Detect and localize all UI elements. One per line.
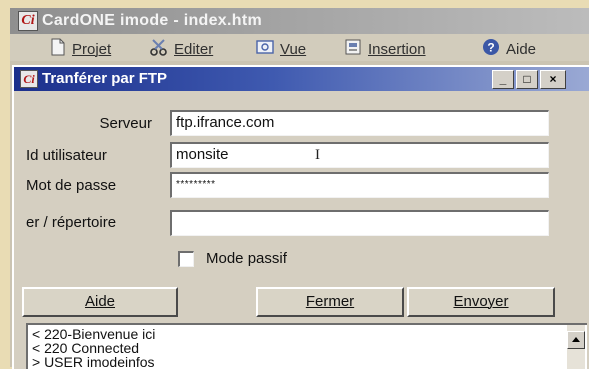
ftp-log-panel[interactable]: < 220-Bienvenue ici < 220 Connected > US… [26, 323, 587, 369]
menu-insertion[interactable]: Insertion [344, 38, 426, 58]
log-line: < 220 Connected [32, 340, 140, 356]
user-id-input[interactable]: monsite [170, 142, 549, 168]
directory-label: er / répertoire [26, 214, 117, 231]
menu-editer[interactable]: Editer [150, 38, 213, 58]
close-window-button[interactable]: × [540, 70, 566, 89]
ftp-dialog: Ci Tranférer par FTP _ □ × Serveur ftp.i… [12, 65, 589, 369]
close-button[interactable]: Fermer [256, 287, 404, 317]
menu-editer-label: Editer [174, 40, 214, 58]
password-label: Mot de passe [26, 177, 117, 194]
log-scrollbar[interactable] [567, 325, 585, 369]
menu-vue-label: Vue [280, 40, 307, 58]
user-id-label: Id utilisateur [26, 147, 107, 164]
minimize-button[interactable]: _ [492, 70, 514, 89]
menu-projet-label: Projet [72, 40, 112, 58]
help-button-label: Aide [84, 293, 116, 310]
help-button[interactable]: Aide [22, 287, 178, 317]
maximize-button[interactable]: □ [516, 70, 538, 89]
log-line: < 220-Bienvenue ici [32, 326, 156, 342]
text-cursor-icon: I [315, 147, 320, 163]
help-icon: ? [482, 38, 500, 62]
view-icon [256, 38, 274, 62]
server-label: Serveur [99, 115, 152, 132]
server-input[interactable]: ftp.ifrance.com [170, 110, 549, 136]
app-logo-icon: Ci [18, 11, 38, 31]
dialog-logo-icon: Ci [20, 70, 38, 88]
window-title: CardONE imode - index.htm [42, 12, 262, 29]
menu-aide[interactable]: ? Aide [482, 38, 536, 58]
passive-mode-checkbox[interactable] [178, 251, 194, 267]
scissors-icon [150, 38, 168, 62]
scroll-up-arrow-icon[interactable] [567, 331, 585, 349]
dialog-title: Tranférer par FTP [42, 70, 168, 87]
menu-insertion-label: Insertion [368, 40, 426, 58]
svg-text:?: ? [487, 41, 494, 55]
document-icon [50, 38, 66, 62]
password-input[interactable]: ********* [170, 172, 549, 198]
dialog-title-bar[interactable]: Ci Tranférer par FTP _ □ × [14, 67, 589, 91]
main-title-bar[interactable]: Ci CardONE imode - index.htm [10, 8, 589, 34]
insert-icon [344, 38, 362, 62]
menu-projet[interactable]: Projet [50, 38, 111, 58]
close-button-label: Fermer [305, 293, 355, 310]
menu-vue[interactable]: Vue [256, 38, 306, 58]
menu-bar: Projet Editer Vue Insertion ? Aide [10, 34, 589, 61]
send-button[interactable]: Envoyer [407, 287, 555, 317]
menu-aide-label: Aide [506, 40, 537, 58]
passive-mode-label: Mode passif [206, 250, 287, 267]
directory-input[interactable] [170, 210, 549, 236]
send-button-label: Envoyer [453, 293, 509, 310]
